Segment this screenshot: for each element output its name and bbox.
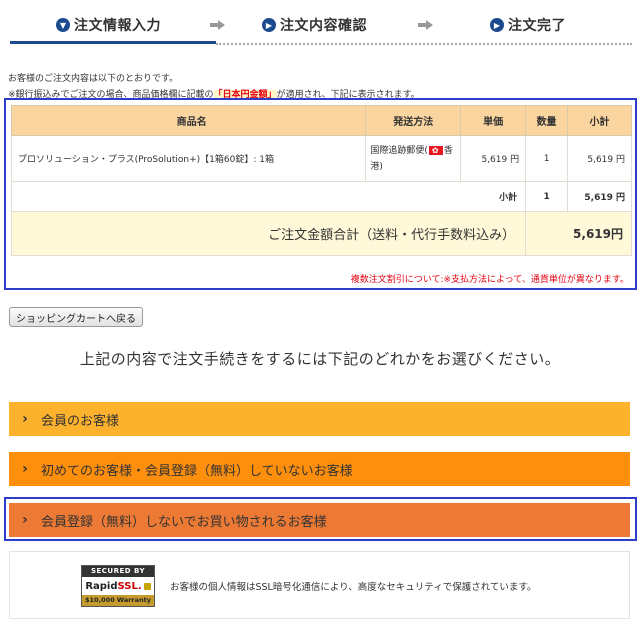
active-step-underline xyxy=(10,41,216,44)
option-label: 会員登録（無料）しないでお買い物されるお客様 xyxy=(41,514,327,530)
step-play-icon: ▶ xyxy=(262,18,276,32)
step-order-input: ▼ 注文情報入力 xyxy=(56,14,161,36)
step-order-complete: ▶ 注文完了 xyxy=(490,14,566,36)
option-label: 会員のお客様 xyxy=(41,413,120,429)
lock-icon xyxy=(143,582,151,590)
ssl-security-box: SECURED BY Rapid SSL. $10,000 Warranty お客… xyxy=(9,551,630,619)
unit-price: 5,619 円 xyxy=(460,135,527,182)
rapidssl-badge-icon: SECURED BY Rapid SSL. $10,000 Warranty xyxy=(81,565,155,607)
ssl-security-text: お客様の個人情報はSSL暗号化通信により、高度なセキュリティで保護されています。 xyxy=(170,582,537,593)
step-down-icon: ▼ xyxy=(56,18,70,32)
back-to-cart-button[interactable]: ショッピングカートへ戻る xyxy=(9,307,143,327)
order-notice: お客様のご注文内容は以下のとおりです。 xyxy=(8,74,179,84)
total-value: 5,619円 xyxy=(525,211,632,256)
header-product: 商品名 xyxy=(10,105,367,136)
step-label: 注文内容確認 xyxy=(280,18,367,34)
header-qty: 数量 xyxy=(525,105,569,136)
first-time-customer-option[interactable]: › 初めてのお客様・会員登録（無料）していないお客様 xyxy=(9,452,630,486)
member-customer-option[interactable]: › 会員のお客様 xyxy=(9,402,630,436)
step-arrow-icon xyxy=(418,20,434,30)
hong-kong-flag-icon xyxy=(428,143,443,159)
total-label: ご注文金額合計（送料・代行手数料込み） xyxy=(10,211,527,256)
order-table: 商品名 発送方法 単価 数量 小計 プロソリューション・プラス(ProSolut… xyxy=(10,105,632,256)
order-summary: 商品名 発送方法 単価 数量 小計 プロソリューション・プラス(ProSolut… xyxy=(4,98,637,290)
chevron-right-icon: › xyxy=(22,411,28,427)
subtotal-label: 小計 xyxy=(10,181,527,212)
step-play-icon: ▶ xyxy=(490,18,504,32)
step-arrow-icon xyxy=(210,20,226,30)
order-steps: ▼ 注文情報入力 ▶ 注文内容確認 ▶ 注文完了 xyxy=(0,0,640,46)
step-divider xyxy=(216,43,632,45)
option-label: 初めてのお客様・会員登録（無料）していないお客様 xyxy=(41,463,353,479)
chevron-right-icon: › xyxy=(22,461,28,477)
shipping-method: 国際追跡郵便(香港) xyxy=(365,135,462,182)
header-subtotal: 小計 xyxy=(567,105,632,136)
table-header: 商品名 発送方法 単価 数量 小計 xyxy=(10,105,632,136)
guest-checkout-option[interactable]: › 会員登録（無料）しないでお買い物されるお客様 xyxy=(9,503,630,537)
step-label: 注文情報入力 xyxy=(74,18,161,34)
multi-order-discount-note: 複数注文割引について:※支払方法によって、通貨単位が異なります。 xyxy=(350,275,629,285)
step-order-confirm: ▶ 注文内容確認 xyxy=(262,14,367,36)
choose-instruction: 上記の内容で注文手続きをするには下記のどれかをお選びください。 xyxy=(79,350,561,368)
product-name: プロソリューション・プラス(ProSolution+)【1箱60錠】: 1箱 xyxy=(10,135,367,182)
subtotal-row: 小計 1 5,619 円 xyxy=(10,181,632,212)
step-label: 注文完了 xyxy=(508,18,566,34)
header-price: 単価 xyxy=(460,105,527,136)
header-shipping: 発送方法 xyxy=(365,105,462,136)
subtotal-qty: 1 xyxy=(525,181,569,212)
chevron-right-icon: › xyxy=(22,512,28,528)
subtotal-value: 5,619 円 xyxy=(567,181,632,212)
line-subtotal: 5,619 円 xyxy=(567,135,632,182)
quantity: 1 xyxy=(525,135,569,182)
table-row: プロソリューション・プラス(ProSolution+)【1箱60錠】: 1箱 国… xyxy=(10,135,632,182)
total-row: ご注文金額合計（送料・代行手数料込み） 5,619円 xyxy=(10,211,632,256)
